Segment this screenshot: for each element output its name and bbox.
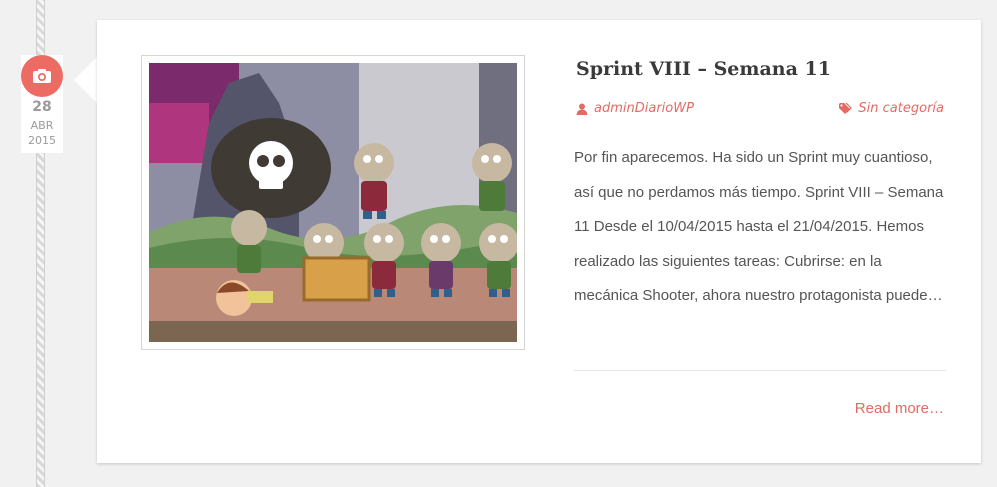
category-name[interactable]: Sin categoría <box>858 101 944 116</box>
post-date-badge: 28 ABR 2015 <box>21 55 63 153</box>
post-author[interactable]: adminDiarioWP <box>576 101 694 116</box>
post-category[interactable]: Sin categoría <box>839 101 944 116</box>
user-icon <box>576 103 588 115</box>
date-year: 2015 <box>28 134 56 147</box>
card-pointer <box>74 56 98 104</box>
game-screenshot-image <box>149 63 517 342</box>
post-excerpt: Por fin aparecemos. Ha sido un Sprint mu… <box>574 149 944 304</box>
author-name[interactable]: adminDiarioWP <box>594 101 694 116</box>
date-month: ABR <box>30 119 54 132</box>
read-more-link[interactable]: Read more… <box>855 400 944 417</box>
post-title[interactable]: Sprint VIII – Semana 11 <box>576 58 831 80</box>
post-thumbnail[interactable] <box>141 55 525 350</box>
camera-icon <box>21 55 63 97</box>
tag-icon <box>839 102 853 114</box>
date-day: 28 <box>32 99 52 115</box>
divider <box>574 370 946 371</box>
post-card: Sprint VIII – Semana 11 adminDiarioWP Si… <box>97 20 981 463</box>
